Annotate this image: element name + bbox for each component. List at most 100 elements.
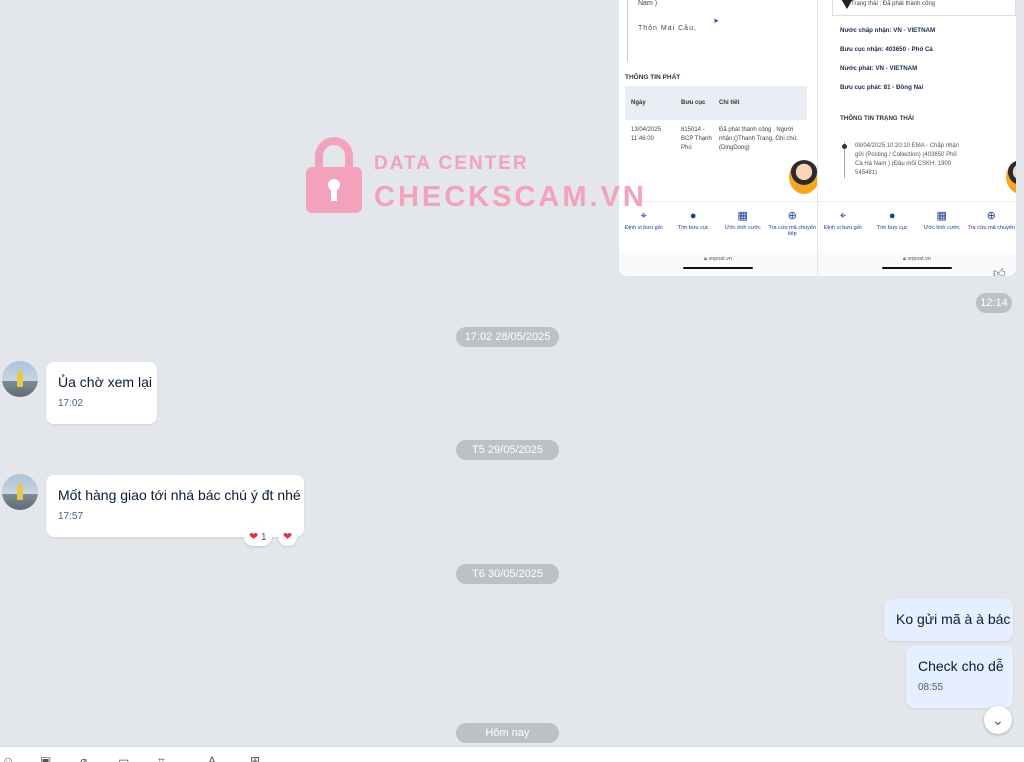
react-button[interactable]: ❤ — [278, 528, 298, 546]
url-bar: 🔒︎ vnpost.vn — [818, 252, 1016, 276]
shared-image-tracking-right[interactable]: Trạng thái : Đã phát thành công Nước chấ… — [818, 0, 1016, 276]
more-icon[interactable]: ⊞ — [250, 755, 264, 762]
row-detail: Đã phát thành công . Người nhận:()Thanh … — [719, 127, 798, 151]
chevron-down-icon: ⌄ — [992, 712, 1004, 728]
bottom-nav: ⌖ Định vị bưu gửi ● Tìm bưu cục ▦ Ước tính … — [619, 201, 817, 251]
timeline-entry: 08/04/2025 10:20:10 EMA - Chấp nhận gửi … — [855, 143, 960, 176]
url-text: vnpost.vn — [907, 256, 931, 262]
info-lines: Nước chấp nhận: VN - VIETNAM Bưu cục nhậ… — [840, 27, 935, 103]
shared-image-tracking-left[interactable]: Nam ) ➤ Thôn Mai Cầu, THÔNG TIN PHÁT Ngà… — [619, 0, 817, 276]
my-message-bubble[interactable]: Check cho dễ 08:55 — [906, 646, 1013, 708]
nav-estimate: ▦ Ước tính cước — [918, 210, 966, 231]
image-icon[interactable]: ▣ — [40, 755, 54, 762]
watermark-line-1: DATA CENTER — [374, 153, 529, 174]
crosshair-icon: ⌖ — [839, 210, 846, 222]
crosshair-icon: ⌖ — [640, 210, 647, 222]
bottom-nav: ⌖ Định vị bưu gửi ● Tìm bưu cục ▦ Ước tính … — [818, 201, 1016, 251]
location-marker-icon — [841, 0, 853, 9]
nav-lookup: ⊕ Tra cứu mã chuyển — [967, 210, 1016, 231]
info-line: Nước chấp nhận: VN - VIETNAM — [840, 27, 936, 34]
image-time-badge: 12:14 — [976, 293, 1012, 313]
message-text: Check cho dễ — [918, 658, 1004, 674]
sticker-icon[interactable]: ☺ — [2, 755, 16, 762]
nav-label: Tra cứu mã chuyển tiếp — [768, 225, 817, 237]
support-bot-avatar — [789, 160, 817, 194]
delivery-table: Ngày Bưu cục Chi tiết 13/04/2025 11:46:0… — [625, 86, 807, 153]
status-box: Trạng thái : Đã phát thành công — [832, 0, 1016, 16]
map-pin-icon: ● — [689, 210, 697, 222]
nav-locate: ⌖ Định vị bưu gửi — [620, 210, 668, 231]
avatar[interactable] — [2, 361, 38, 397]
info-line: Nước phát: VN - VIETNAM — [840, 65, 918, 72]
nav-label: Ước tính cước — [724, 225, 761, 231]
calculator-icon: ▦ — [737, 210, 748, 222]
heart-icon: ❤ — [249, 531, 259, 543]
row-date: 13/04/2025 11:46:00 — [631, 127, 662, 142]
screenshot-icon[interactable]: ▭ — [118, 755, 132, 762]
info-line: Bưu cục phát: 81 - Đồng Nai — [840, 84, 924, 91]
message-text: Mốt hàng giao tới nhá bác chú ý đt nhé — [58, 487, 301, 503]
header-detail: Chi tiết — [719, 100, 740, 106]
nav-label: Định vị bưu gửi — [624, 225, 663, 231]
nav-label: Tìm bưu cục — [677, 225, 709, 231]
date-separator: 17:02 28/05/2025 — [456, 327, 559, 347]
table-row: 13/04/2025 11:46:00 815014 - BCP Thạnh P… — [625, 120, 807, 153]
watermark: DATA CENTER CHECKSCAM.VN — [306, 137, 646, 217]
date-separator: T5 29/05/2025 — [456, 440, 559, 460]
message-text: Ko gửi mã à à bác — [896, 611, 1011, 627]
table-header: Ngày Bưu cục Chi tiết — [625, 86, 807, 120]
info-line: Bưu cục nhận: 403650 - Phố Cà — [840, 46, 933, 53]
header-office: Bưu cục — [681, 100, 706, 106]
url-text: vnpost.vn — [708, 256, 732, 262]
address-block: Nam ) ➤ Thôn Mai Cầu, — [627, 0, 807, 62]
message-time: 17:02 — [58, 398, 84, 409]
map-pin-icon: ● — [888, 210, 896, 222]
reaction-count: 1 — [261, 532, 267, 543]
url-bar: 🔒︎ vnpost.vn — [619, 252, 817, 276]
lock-icon: 🔒︎ — [703, 256, 707, 262]
avatar[interactable] — [2, 474, 38, 510]
row-office: 815014 - BCP Thạnh Phú — [681, 127, 712, 151]
message-time: 08:55 — [918, 682, 944, 693]
my-message-bubble[interactable]: Ko gửi mã à à bác — [884, 599, 1013, 641]
date-separator: T6 30/05/2025 — [456, 564, 559, 584]
reaction-summary[interactable]: ❤ 1 — [244, 528, 272, 546]
nav-estimate: ▦ Ước tính cước — [719, 210, 767, 231]
section-title: THÔNG TIN TRẠNG THÁI — [840, 115, 914, 122]
composer-toolbar: ☺ ▣ ⌀ ▭ ⌗ A ⊞ — [0, 746, 1024, 762]
timeline-dot — [842, 144, 847, 149]
lock-icon: 🔒︎ — [902, 256, 906, 262]
home-indicator — [882, 267, 952, 269]
nav-find-office: ● Tìm bưu cục — [669, 210, 717, 231]
heart-icon: ❤ — [283, 531, 293, 543]
nav-label: Ước tính cước — [923, 225, 960, 231]
attach-icon[interactable]: ⌀ — [80, 755, 94, 762]
message-text: Ủa chờ xem lại — [58, 374, 152, 390]
nav-locate: ⌖ Định vị bưu gửi — [819, 210, 867, 231]
header-date: Ngày — [631, 100, 646, 106]
message-time: 17:57 — [58, 511, 84, 522]
location-arrow-icon: ➤ — [713, 18, 719, 25]
status-timeline: 08/04/2025 10:20:10 EMA - Chấp nhận gửi … — [842, 142, 964, 178]
address-line-1: Nam ) — [638, 0, 658, 7]
nav-find-office: ● Tìm bưu cục — [868, 210, 916, 231]
home-indicator — [683, 267, 753, 269]
watermark-line-2: CHECKSCAM.VN — [374, 181, 647, 213]
crop-icon[interactable]: ⌗ — [158, 755, 172, 762]
nav-lookup: ⊕ Tra cứu mã chuyển tiếp — [768, 210, 817, 237]
date-separator: Hôm nay — [456, 723, 559, 743]
lock-logo-icon — [306, 137, 362, 213]
section-title: THÔNG TIN PHÁT — [625, 74, 681, 81]
text-format-icon[interactable]: A — [208, 755, 222, 762]
calculator-icon: ▦ — [936, 210, 947, 222]
support-bot-avatar — [1006, 160, 1016, 194]
nav-label: Tìm bưu cục — [876, 225, 908, 231]
scroll-to-bottom-button[interactable]: ⌄ — [984, 706, 1012, 734]
address-line-2: Thôn Mai Cầu, — [638, 25, 697, 32]
nav-label: Định vị bưu gửi — [823, 225, 862, 231]
search-icon: ⊕ — [787, 210, 797, 222]
nav-label: Tra cứu mã chuyển — [967, 225, 1016, 231]
message-bubble[interactable]: Ủa chờ xem lại 17:02 — [46, 362, 157, 424]
like-thumb-icon[interactable]: 👍︎ — [993, 266, 1009, 282]
search-icon: ⊕ — [986, 210, 996, 222]
